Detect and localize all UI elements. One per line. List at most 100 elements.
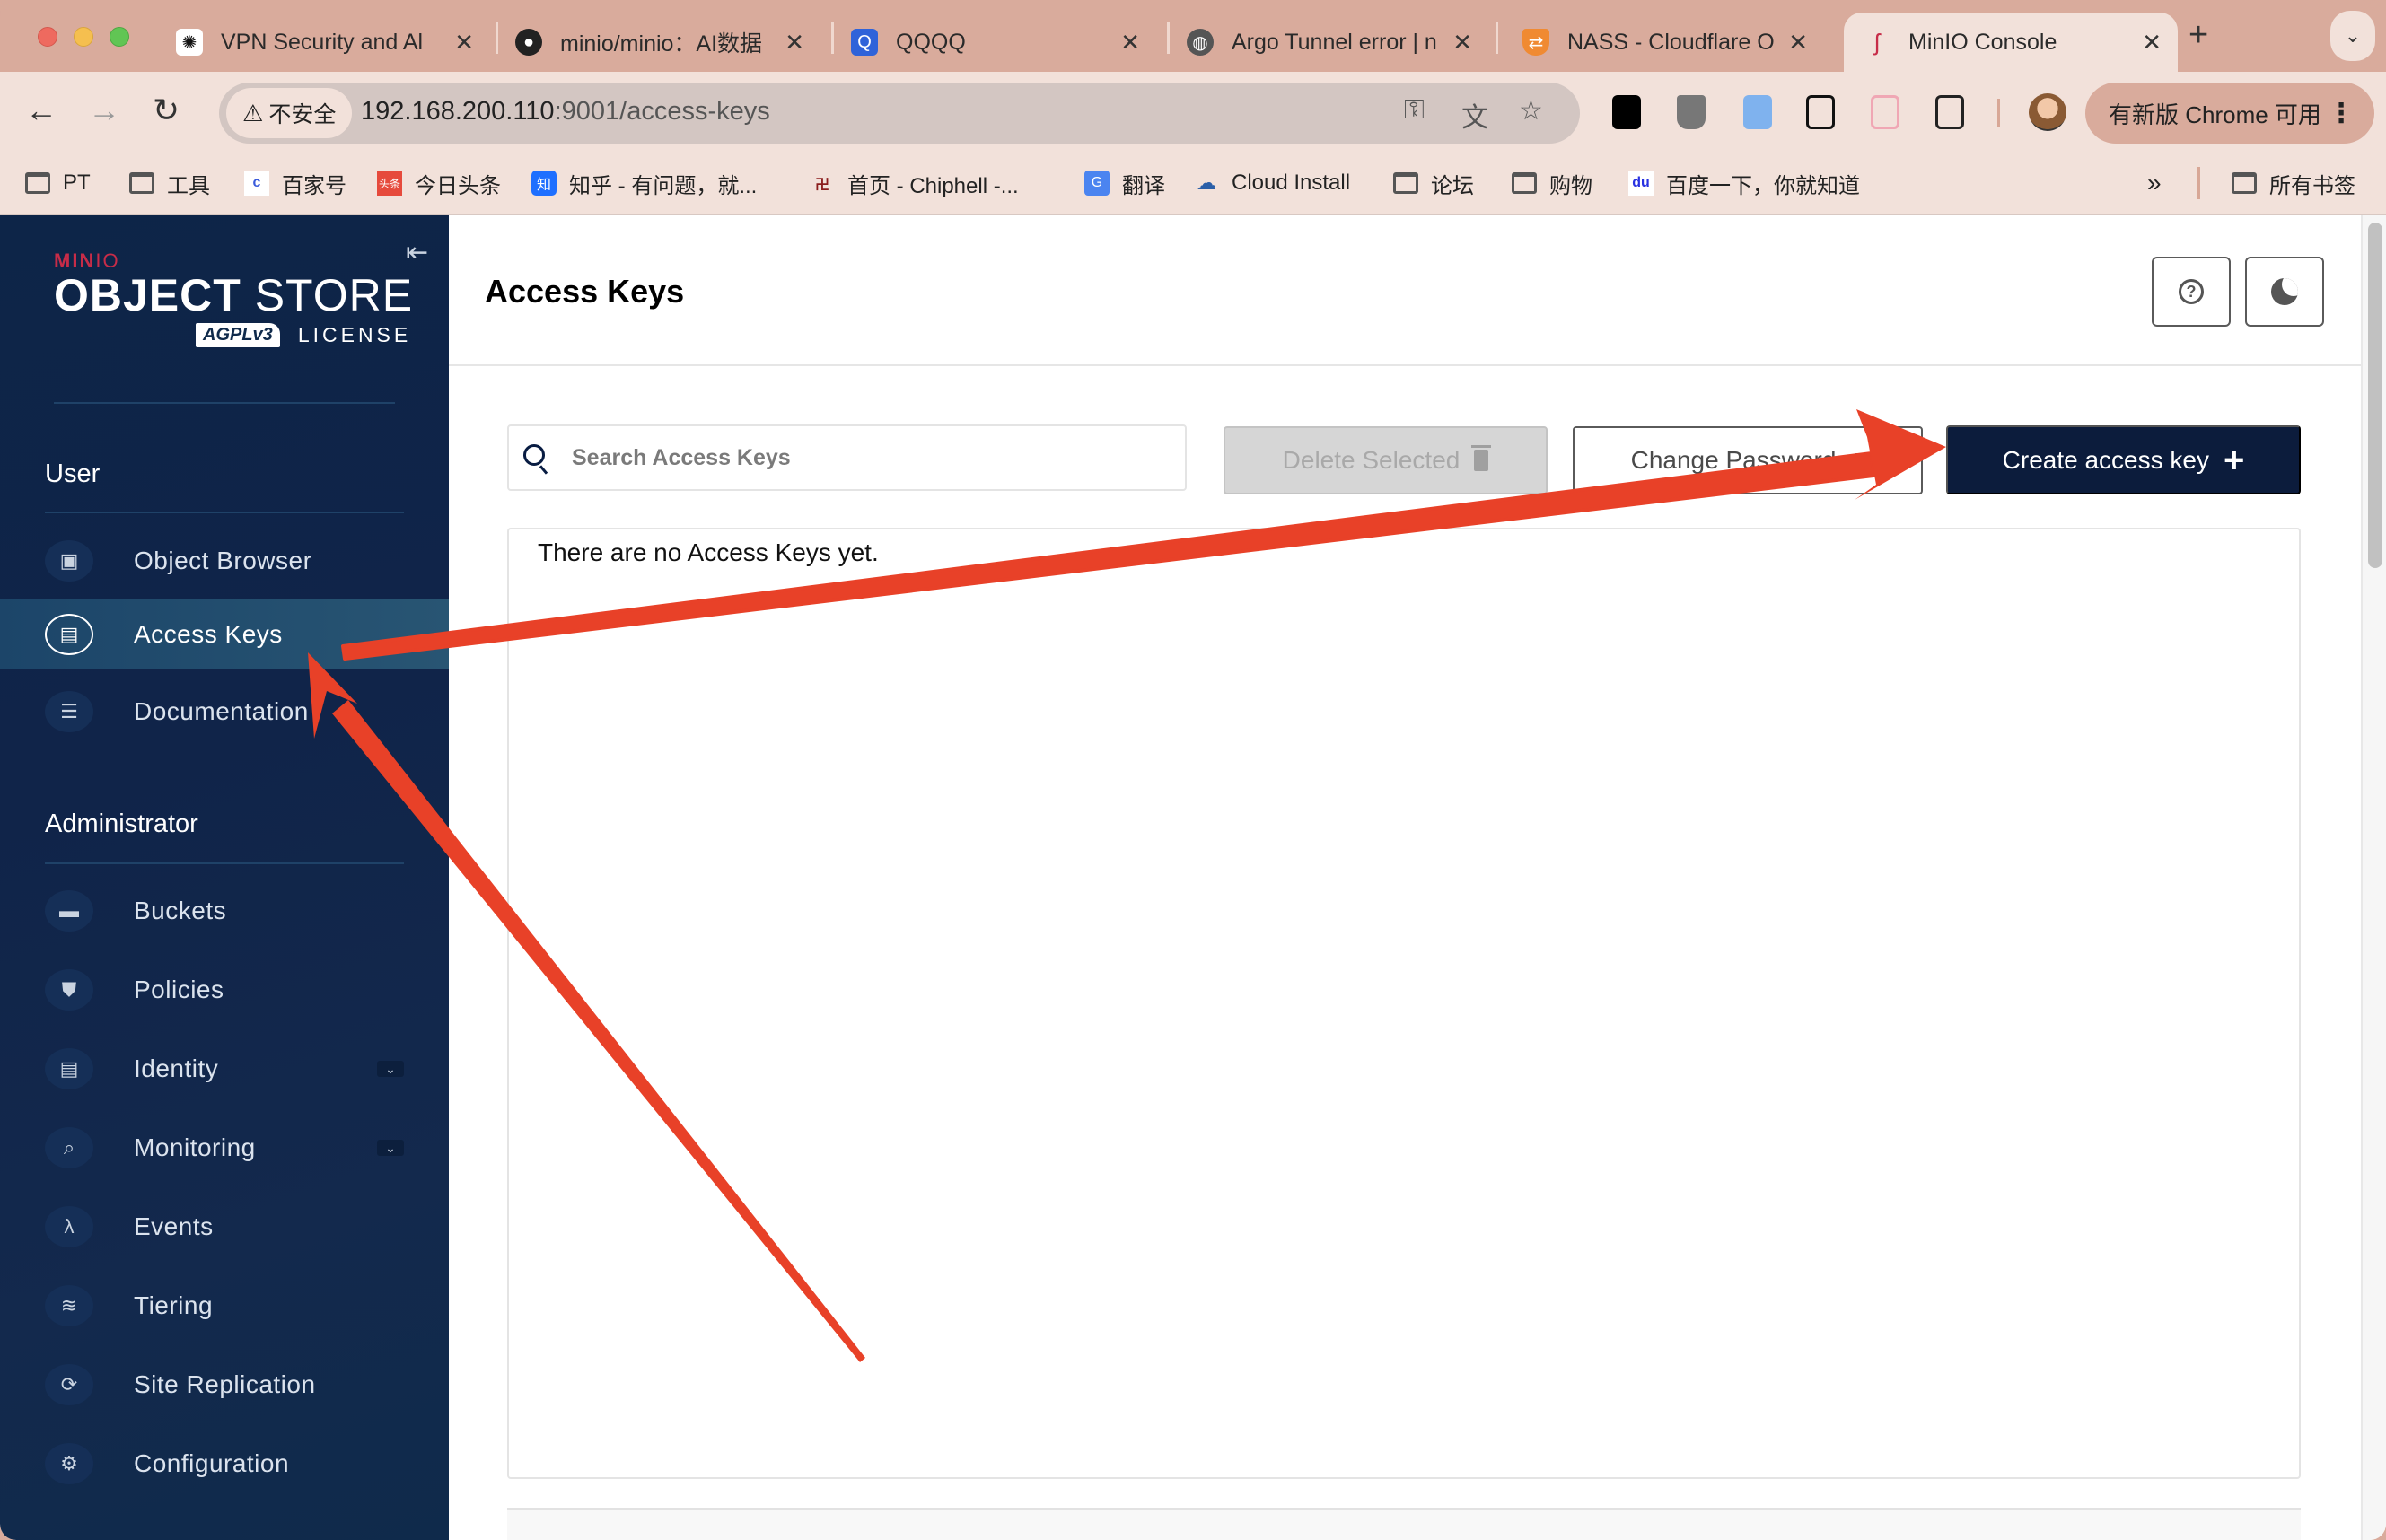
create-access-key-button[interactable]: Create access key + <box>1946 425 2301 494</box>
search-access-keys[interactable] <box>507 424 1187 491</box>
tab-title: NASS - Cloudflare O <box>1567 29 1775 55</box>
bookmark-folder-pt[interactable]: PT <box>25 165 91 201</box>
bookmark-star-icon[interactable]: ☆ <box>1519 95 1543 127</box>
tab-separator <box>831 22 834 54</box>
password-key-icon[interactable]: ⚿ <box>1404 95 1425 126</box>
extension-cookie-icon[interactable] <box>1743 95 1772 129</box>
url-text[interactable]: 192.168.200.110:9001/access-keys <box>361 97 770 127</box>
extension-bilibili-icon[interactable] <box>1871 95 1899 129</box>
more-menu-icon[interactable]: ⋮ <box>2328 98 2355 129</box>
security-indicator[interactable]: ⚠ 不安全 <box>226 88 353 138</box>
tab-vpn-security[interactable]: ✺ VPN Security and Al ✕ <box>176 13 490 72</box>
folder-icon <box>1393 172 1418 194</box>
forward-button[interactable]: → <box>88 92 120 129</box>
maximize-window-button[interactable] <box>110 27 129 47</box>
extension-scissors-icon[interactable] <box>1806 95 1835 129</box>
tab-close-icon[interactable]: ✕ <box>2142 29 2162 57</box>
sidebar-item-site-replication[interactable]: ⟳ Site Replication <box>0 1350 449 1420</box>
folder-icon <box>1512 172 1537 194</box>
bookmark-folder-forum[interactable]: 论坛 <box>1393 165 1474 201</box>
bookmarks-overflow-button[interactable]: » <box>2147 165 2162 201</box>
bookmark-folder-tools[interactable]: 工具 <box>129 165 210 201</box>
sidebar-item-configuration[interactable]: ⚙ Configuration <box>0 1429 449 1499</box>
tab-qqqq[interactable]: Q QQQQ ✕ <box>851 13 1156 72</box>
tab-close-icon[interactable]: ✕ <box>1120 29 1140 57</box>
help-button[interactable]: ? <box>2152 257 2231 327</box>
tab-title: MinIO Console <box>1908 29 2057 55</box>
empty-state-message: There are no Access Keys yet. <box>538 538 879 566</box>
moon-icon <box>2271 278 2298 305</box>
bookmark-label: 工具 <box>167 173 210 198</box>
close-window-button[interactable] <box>38 27 57 47</box>
sidebar-item-object-browser[interactable]: ▣ Object Browser <box>0 526 449 596</box>
bookmark-label: PT <box>63 171 91 195</box>
openai-icon: ✺ <box>176 29 203 56</box>
tab-minio-github[interactable]: ● minio/minio：AI数据 ✕ <box>515 13 820 72</box>
tab-close-icon[interactable]: ✕ <box>454 29 474 57</box>
page-scrollbar[interactable] <box>2361 215 2386 1540</box>
chevron-down-icon[interactable]: ⌄ <box>377 1140 404 1156</box>
bookmark-toutiao[interactable]: 头条 今日头条 <box>377 165 501 201</box>
extension-bitwarden-icon[interactable] <box>1677 95 1706 129</box>
sidebar-item-monitoring[interactable]: ⌕ Monitoring ⌄ <box>0 1113 449 1183</box>
new-tab-button[interactable]: + <box>2189 16 2208 55</box>
section-divider <box>45 862 404 864</box>
product-name: OBJECT STORE <box>54 269 413 321</box>
translate-icon[interactable]: 文 <box>1461 95 1488 135</box>
main-content: Access Keys ? Delete Selected Change Pas… <box>449 215 2361 1540</box>
bookmark-label: 今日头条 <box>415 173 501 198</box>
extension-eyes-icon[interactable] <box>1612 95 1641 129</box>
bookmark-chiphell[interactable]: 卍 首页 - Chiphell -... <box>810 165 1019 201</box>
security-label: 不安全 <box>268 102 337 127</box>
tab-title: minio/minio：AI数据 <box>560 31 763 57</box>
tab-strip: ✺ VPN Security and Al ✕ ● minio/minio：AI… <box>0 0 2386 72</box>
sidebar-item-identity[interactable]: ▤ Identity ⌄ <box>0 1034 449 1104</box>
change-password-button[interactable]: Change Password <box>1573 426 1923 494</box>
tab-search-button[interactable]: ⌄ <box>2330 11 2375 61</box>
minimize-window-button[interactable] <box>74 27 93 47</box>
bookmark-folder-shopping[interactable]: 购物 <box>1512 165 1592 201</box>
sidebar-item-label: Identity <box>134 1054 219 1082</box>
profile-avatar[interactable] <box>2029 93 2066 131</box>
password-icon <box>1850 453 1865 468</box>
chiphell-icon: 卍 <box>814 178 829 193</box>
sidebar-item-label: Site Replication <box>134 1370 316 1398</box>
sidebar-item-documentation[interactable]: ☰ Documentation <box>0 677 449 747</box>
bookmark-translate[interactable]: G 翻译 <box>1084 165 1165 201</box>
header-divider <box>449 364 2361 366</box>
tab-minio-console[interactable]: ʃ MinIO Console ✕ <box>1844 13 2178 72</box>
sidebar-item-tiering[interactable]: ≋ Tiering <box>0 1271 449 1341</box>
tab-close-icon[interactable]: ✕ <box>1452 29 1472 57</box>
tab-nass-cloudflare[interactable]: ⇄ NASS - Cloudflare O ✕ <box>1522 13 1824 72</box>
bookmark-label: 百度一下，你就知道 <box>1666 173 1860 198</box>
bookmark-baidu[interactable]: du 百度一下，你就知道 <box>1628 165 1860 201</box>
reload-button[interactable]: ↻ <box>153 92 180 129</box>
search-input[interactable] <box>572 437 1164 478</box>
sidebar-item-access-keys[interactable]: ▤ Access Keys <box>0 599 449 669</box>
tab-close-icon[interactable]: ✕ <box>1788 29 1808 57</box>
delete-selected-label: Delete Selected <box>1282 446 1461 474</box>
sidebar-item-policies[interactable]: ⛊ Policies <box>0 955 449 1025</box>
collapse-sidebar-icon[interactable]: ⇤ <box>406 237 428 268</box>
toolbar-separator <box>1997 99 2000 127</box>
access-keys-list: There are no Access Keys yet. <box>507 528 2301 1479</box>
browser-toolbar: ← → ↻ ⚠ 不安全 192.168.200.110:9001/access-… <box>0 72 2386 153</box>
tab-close-icon[interactable]: ✕ <box>785 29 804 57</box>
address-bar[interactable]: ⚠ 不安全 192.168.200.110:9001/access-keys ⚿… <box>219 83 1580 144</box>
back-button[interactable]: ← <box>25 92 57 129</box>
sidebar-item-buckets[interactable]: ▬ Buckets <box>0 876 449 946</box>
dark-mode-toggle[interactable] <box>2245 257 2324 327</box>
scrollbar-thumb[interactable] <box>2368 223 2382 568</box>
delete-selected-button[interactable]: Delete Selected <box>1224 426 1548 494</box>
extensions-puzzle-icon[interactable] <box>1935 95 1964 129</box>
chrome-update-button[interactable]: 有新版 Chrome 可用 ⋮ <box>2085 83 2374 144</box>
all-bookmarks-button[interactable]: 所有书签 <box>2232 165 2355 201</box>
toutiao-icon: 头条 <box>377 171 402 196</box>
bookmark-cloud-install[interactable]: ☁ Cloud Install <box>1194 165 1350 201</box>
bookmark-zhihu[interactable]: 知知乎 - 有问题，就... <box>531 165 757 201</box>
page-title: Access Keys <box>485 273 685 310</box>
chevron-down-icon[interactable]: ⌄ <box>377 1061 404 1077</box>
tab-argo-tunnel[interactable]: ◍ Argo Tunnel error | n ✕ <box>1187 13 1488 72</box>
bookmark-baijiahao[interactable]: c 百家号 <box>244 165 346 201</box>
sidebar-item-events[interactable]: λ Events <box>0 1192 449 1262</box>
